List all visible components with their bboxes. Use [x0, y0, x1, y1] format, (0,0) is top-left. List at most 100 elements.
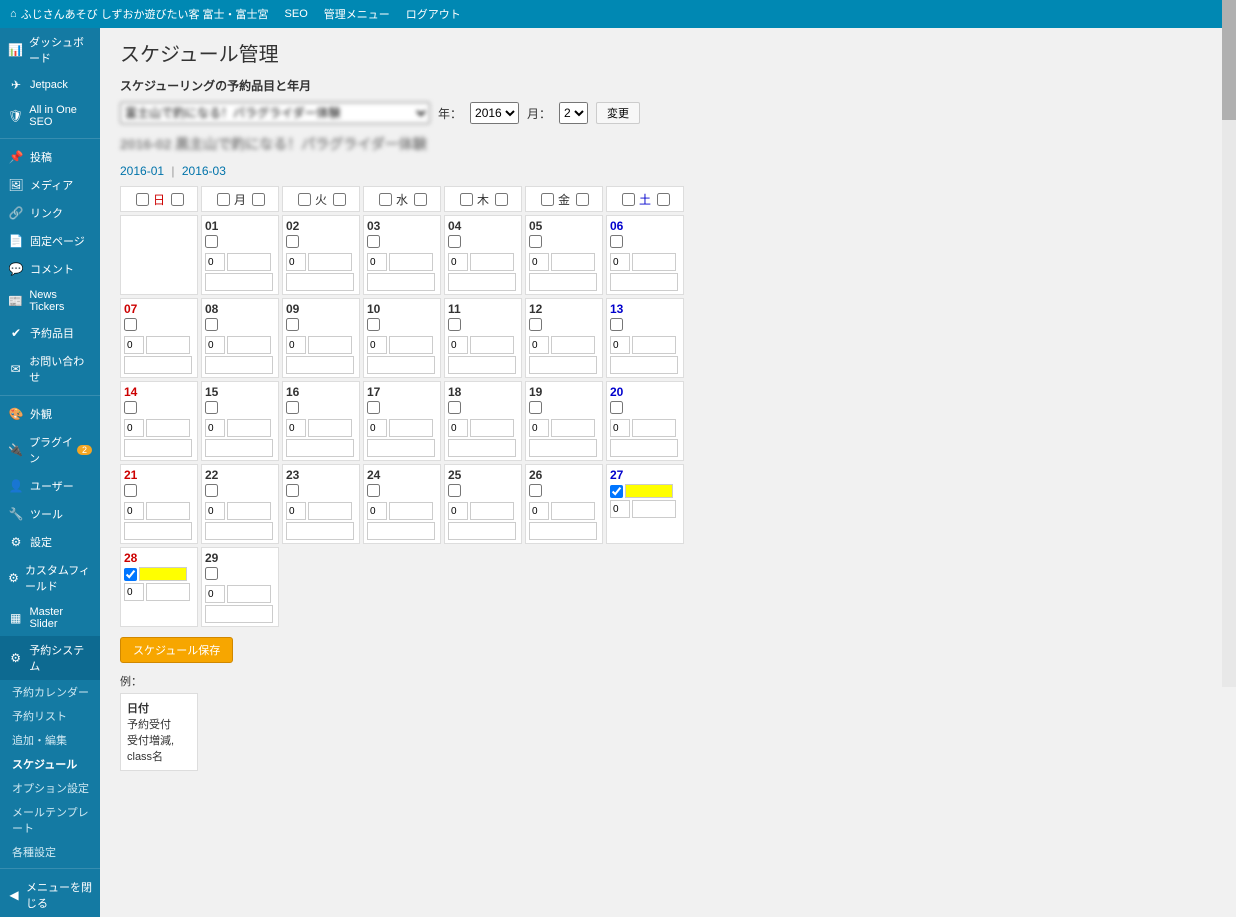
day-column-checkbox[interactable]	[379, 193, 392, 206]
date-checkbox[interactable]	[367, 401, 380, 414]
day-column-checkbox[interactable]	[217, 193, 230, 206]
date-checkbox[interactable]	[124, 484, 137, 497]
sidebar-item[interactable]: ⚙設定	[0, 528, 100, 556]
capacity-input[interactable]	[205, 253, 225, 271]
sidebar-item[interactable]: ✈Jetpack	[0, 72, 100, 98]
class-input[interactable]	[146, 583, 190, 601]
note-input[interactable]	[367, 439, 435, 457]
note-input[interactable]	[286, 356, 354, 374]
date-checkbox[interactable]	[367, 484, 380, 497]
date-checkbox[interactable]	[205, 484, 218, 497]
capacity-input[interactable]	[529, 253, 549, 271]
note-input[interactable]	[124, 439, 192, 457]
note-input[interactable]	[610, 439, 678, 457]
date-checkbox[interactable]	[529, 318, 542, 331]
capacity-input[interactable]	[610, 253, 630, 271]
admin-menu-link[interactable]: 管理メニュー	[324, 6, 390, 22]
class-input[interactable]	[308, 419, 352, 437]
date-checkbox[interactable]	[529, 401, 542, 414]
class-input[interactable]	[551, 419, 595, 437]
note-input[interactable]	[367, 273, 435, 291]
date-checkbox[interactable]	[367, 318, 380, 331]
capacity-input[interactable]	[124, 336, 144, 354]
date-checkbox[interactable]	[367, 235, 380, 248]
class-input[interactable]	[470, 253, 514, 271]
sidebar-item[interactable]: 🎨外観	[0, 400, 100, 428]
date-checkbox[interactable]	[448, 484, 461, 497]
capacity-input[interactable]	[286, 253, 306, 271]
day-column-checkbox2[interactable]	[252, 193, 265, 206]
capacity-input[interactable]	[529, 419, 549, 437]
capacity-input[interactable]	[610, 500, 630, 518]
capacity-input[interactable]	[448, 419, 468, 437]
date-checkbox[interactable]	[529, 235, 542, 248]
sidebar-subitem[interactable]: 各種設定	[0, 840, 100, 864]
day-column-checkbox2[interactable]	[495, 193, 508, 206]
sidebar-item[interactable]: 🔧ツール	[0, 500, 100, 528]
scrollbar-thumb[interactable]	[1222, 0, 1236, 120]
day-column-checkbox[interactable]	[541, 193, 554, 206]
sidebar-subitem[interactable]: 予約リスト	[0, 704, 100, 728]
note-input[interactable]	[448, 356, 516, 374]
class-input[interactable]	[308, 502, 352, 520]
class-input[interactable]	[227, 336, 271, 354]
capacity-input[interactable]	[448, 253, 468, 271]
note-input[interactable]	[205, 356, 273, 374]
capacity-input[interactable]	[124, 419, 144, 437]
sidebar-item[interactable]: 🔗リンク	[0, 199, 100, 227]
sidebar-subitem[interactable]: オプション設定	[0, 776, 100, 800]
date-checkbox[interactable]	[205, 401, 218, 414]
year-select[interactable]: 2016	[470, 102, 519, 124]
scrollbar[interactable]	[1222, 0, 1236, 687]
class-input[interactable]	[146, 419, 190, 437]
class-input[interactable]	[227, 253, 271, 271]
date-checkbox[interactable]	[448, 235, 461, 248]
sidebar-subitem[interactable]: メールテンプレート	[0, 800, 100, 840]
class-input[interactable]	[389, 253, 433, 271]
capacity-input[interactable]	[367, 419, 387, 437]
sidebar-item[interactable]: 📊ダッシュボード	[0, 28, 100, 72]
sidebar-item[interactable]: ✉お問い合わせ	[0, 347, 100, 391]
date-checkbox[interactable]	[448, 401, 461, 414]
note-input[interactable]	[610, 356, 678, 374]
note-input[interactable]	[448, 522, 516, 540]
capacity-input[interactable]	[124, 583, 144, 601]
day-column-checkbox2[interactable]	[414, 193, 427, 206]
capacity-input[interactable]	[610, 336, 630, 354]
note-input[interactable]	[205, 439, 273, 457]
class-input[interactable]	[308, 253, 352, 271]
note-input[interactable]	[367, 522, 435, 540]
date-checkbox[interactable]	[610, 485, 623, 498]
class-input[interactable]	[632, 336, 676, 354]
sidebar-item[interactable]: 🛡All in One SEO	[0, 98, 100, 134]
capacity-input[interactable]	[205, 585, 225, 603]
class-input[interactable]	[632, 419, 676, 437]
date-checkbox[interactable]	[124, 401, 137, 414]
note-input[interactable]	[367, 356, 435, 374]
date-checkbox[interactable]	[124, 568, 137, 581]
class-input[interactable]	[227, 585, 271, 603]
note-input[interactable]	[205, 522, 273, 540]
capacity-input[interactable]	[448, 336, 468, 354]
class-input[interactable]	[146, 336, 190, 354]
note-input[interactable]	[529, 439, 597, 457]
capacity-input[interactable]	[124, 502, 144, 520]
note-input[interactable]	[529, 356, 597, 374]
date-checkbox[interactable]	[286, 235, 299, 248]
sidebar-item[interactable]: ⚙カスタムフィールド	[0, 556, 100, 600]
day-column-checkbox2[interactable]	[333, 193, 346, 206]
date-checkbox[interactable]	[610, 235, 623, 248]
collapse-menu[interactable]: ◀メニューを閉じる	[0, 873, 100, 917]
seo-link[interactable]: SEO	[285, 8, 308, 20]
sidebar-item[interactable]: 📄固定ページ	[0, 227, 100, 255]
capacity-input[interactable]	[205, 336, 225, 354]
sidebar-item[interactable]: 📰News Tickers	[0, 283, 100, 319]
date-checkbox[interactable]	[610, 401, 623, 414]
date-checkbox[interactable]	[286, 401, 299, 414]
sidebar-item[interactable]: 👤ユーザー	[0, 472, 100, 500]
class-input[interactable]	[632, 500, 676, 518]
class-input[interactable]	[470, 419, 514, 437]
capacity-input[interactable]	[448, 502, 468, 520]
class-input[interactable]	[551, 253, 595, 271]
capacity-input[interactable]	[367, 502, 387, 520]
